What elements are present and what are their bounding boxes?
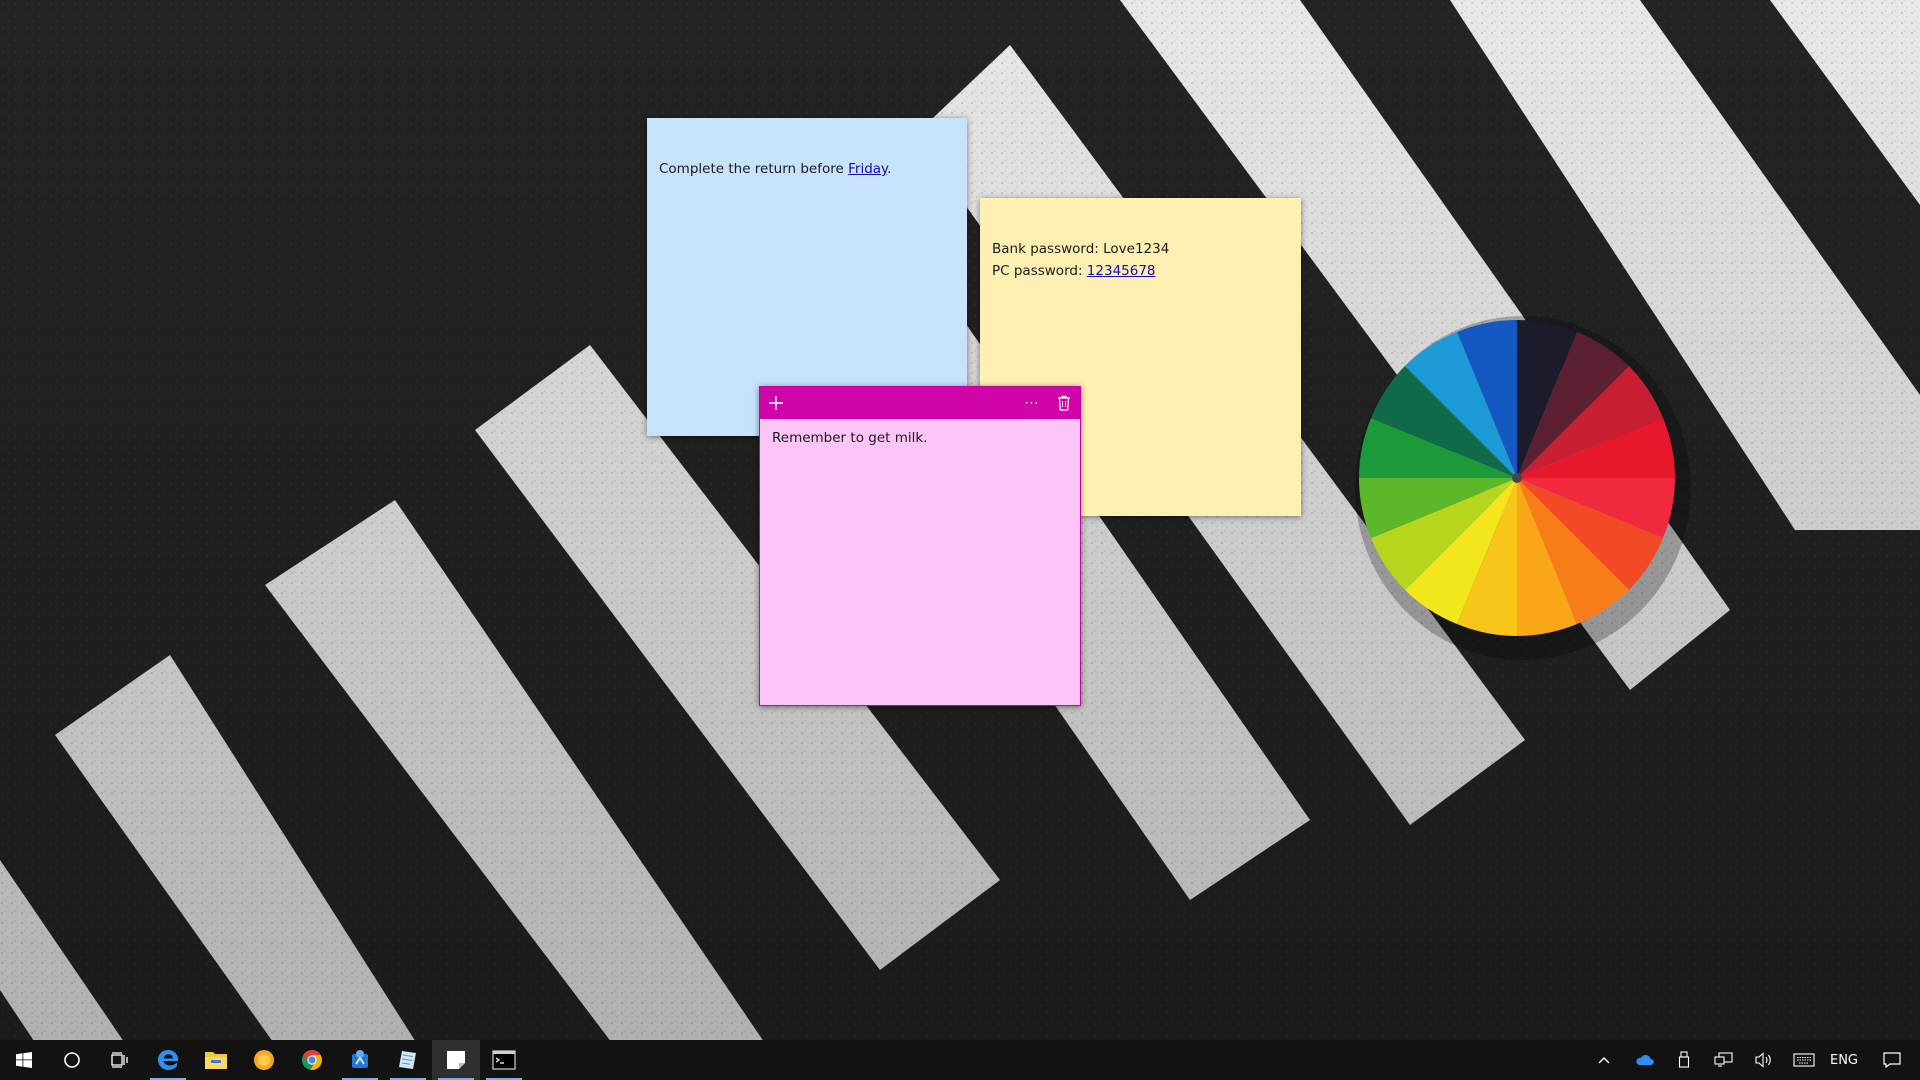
onedrive-cloud-icon [1634,1053,1654,1067]
show-hidden-icons-button[interactable] [1584,1040,1624,1080]
edge-icon [156,1048,180,1072]
usb-icon [1678,1051,1690,1069]
folder-icon [204,1049,228,1071]
taskbar: ENG [0,1040,1920,1080]
keyboard-icon [1793,1053,1815,1067]
task-view-icon [110,1052,130,1068]
cortana-button[interactable] [48,1040,96,1080]
orange-circle-icon [252,1048,276,1072]
note-label: PC password: [992,263,1087,279]
start-button[interactable] [0,1040,48,1080]
more-icon: ··· [1025,396,1039,410]
sticky-notes-icon [445,1049,467,1071]
note-content[interactable]: Complete the return before Friday. [659,158,955,180]
note-titlebar[interactable]: ··· [760,387,1080,419]
note-text-end: . [887,161,891,177]
chrome-icon [300,1048,324,1072]
circle-icon [63,1051,81,1069]
windows-logo-icon [16,1052,32,1068]
file-explorer-app[interactable] [192,1040,240,1080]
number-link[interactable]: 12345678 [1087,263,1156,279]
trash-icon [1057,395,1071,411]
action-center-button[interactable] [1864,1040,1920,1080]
sticky-notes-app[interactable] [432,1040,480,1080]
volume-icon [1754,1052,1774,1068]
chrome-app[interactable] [288,1040,336,1080]
onedrive-tray-icon[interactable] [1624,1040,1664,1080]
note-line-bank-password: Bank password: Love1234 [992,238,1289,260]
edge-app[interactable] [144,1040,192,1080]
app-blue[interactable] [336,1040,384,1080]
network-tray-icon[interactable] [1704,1040,1744,1080]
touch-keyboard-button[interactable] [1784,1040,1824,1080]
terminal-icon [492,1050,516,1070]
network-icon [1714,1052,1734,1068]
note-content[interactable]: Remember to get milk. [772,427,1068,449]
sticky-note-pink[interactable]: ··· Remember to get milk. [759,386,1081,706]
notification-icon [1883,1052,1901,1068]
paper-app-icon [396,1048,420,1072]
delete-note-button[interactable] [1048,387,1080,419]
date-link[interactable]: Friday [848,161,887,177]
blue-app-icon [348,1048,372,1072]
command-prompt-app[interactable] [480,1040,528,1080]
add-note-button[interactable] [760,387,792,419]
app-paper[interactable] [384,1040,432,1080]
app-orange[interactable] [240,1040,288,1080]
note-text: Complete the return before [659,161,848,177]
plus-icon [768,395,784,411]
system-tray: ENG [1584,1040,1920,1080]
volume-tray-icon[interactable] [1744,1040,1784,1080]
menu-button[interactable]: ··· [1016,387,1048,419]
note-content[interactable]: Bank password: Love1234 PC password: 123… [992,238,1289,282]
note-line-pc-password: PC password: 12345678 [992,260,1289,282]
task-view-button[interactable] [96,1040,144,1080]
chevron-up-icon [1597,1055,1611,1065]
input-language-indicator[interactable]: ENG [1824,1040,1864,1080]
usb-tray-icon[interactable] [1664,1040,1704,1080]
